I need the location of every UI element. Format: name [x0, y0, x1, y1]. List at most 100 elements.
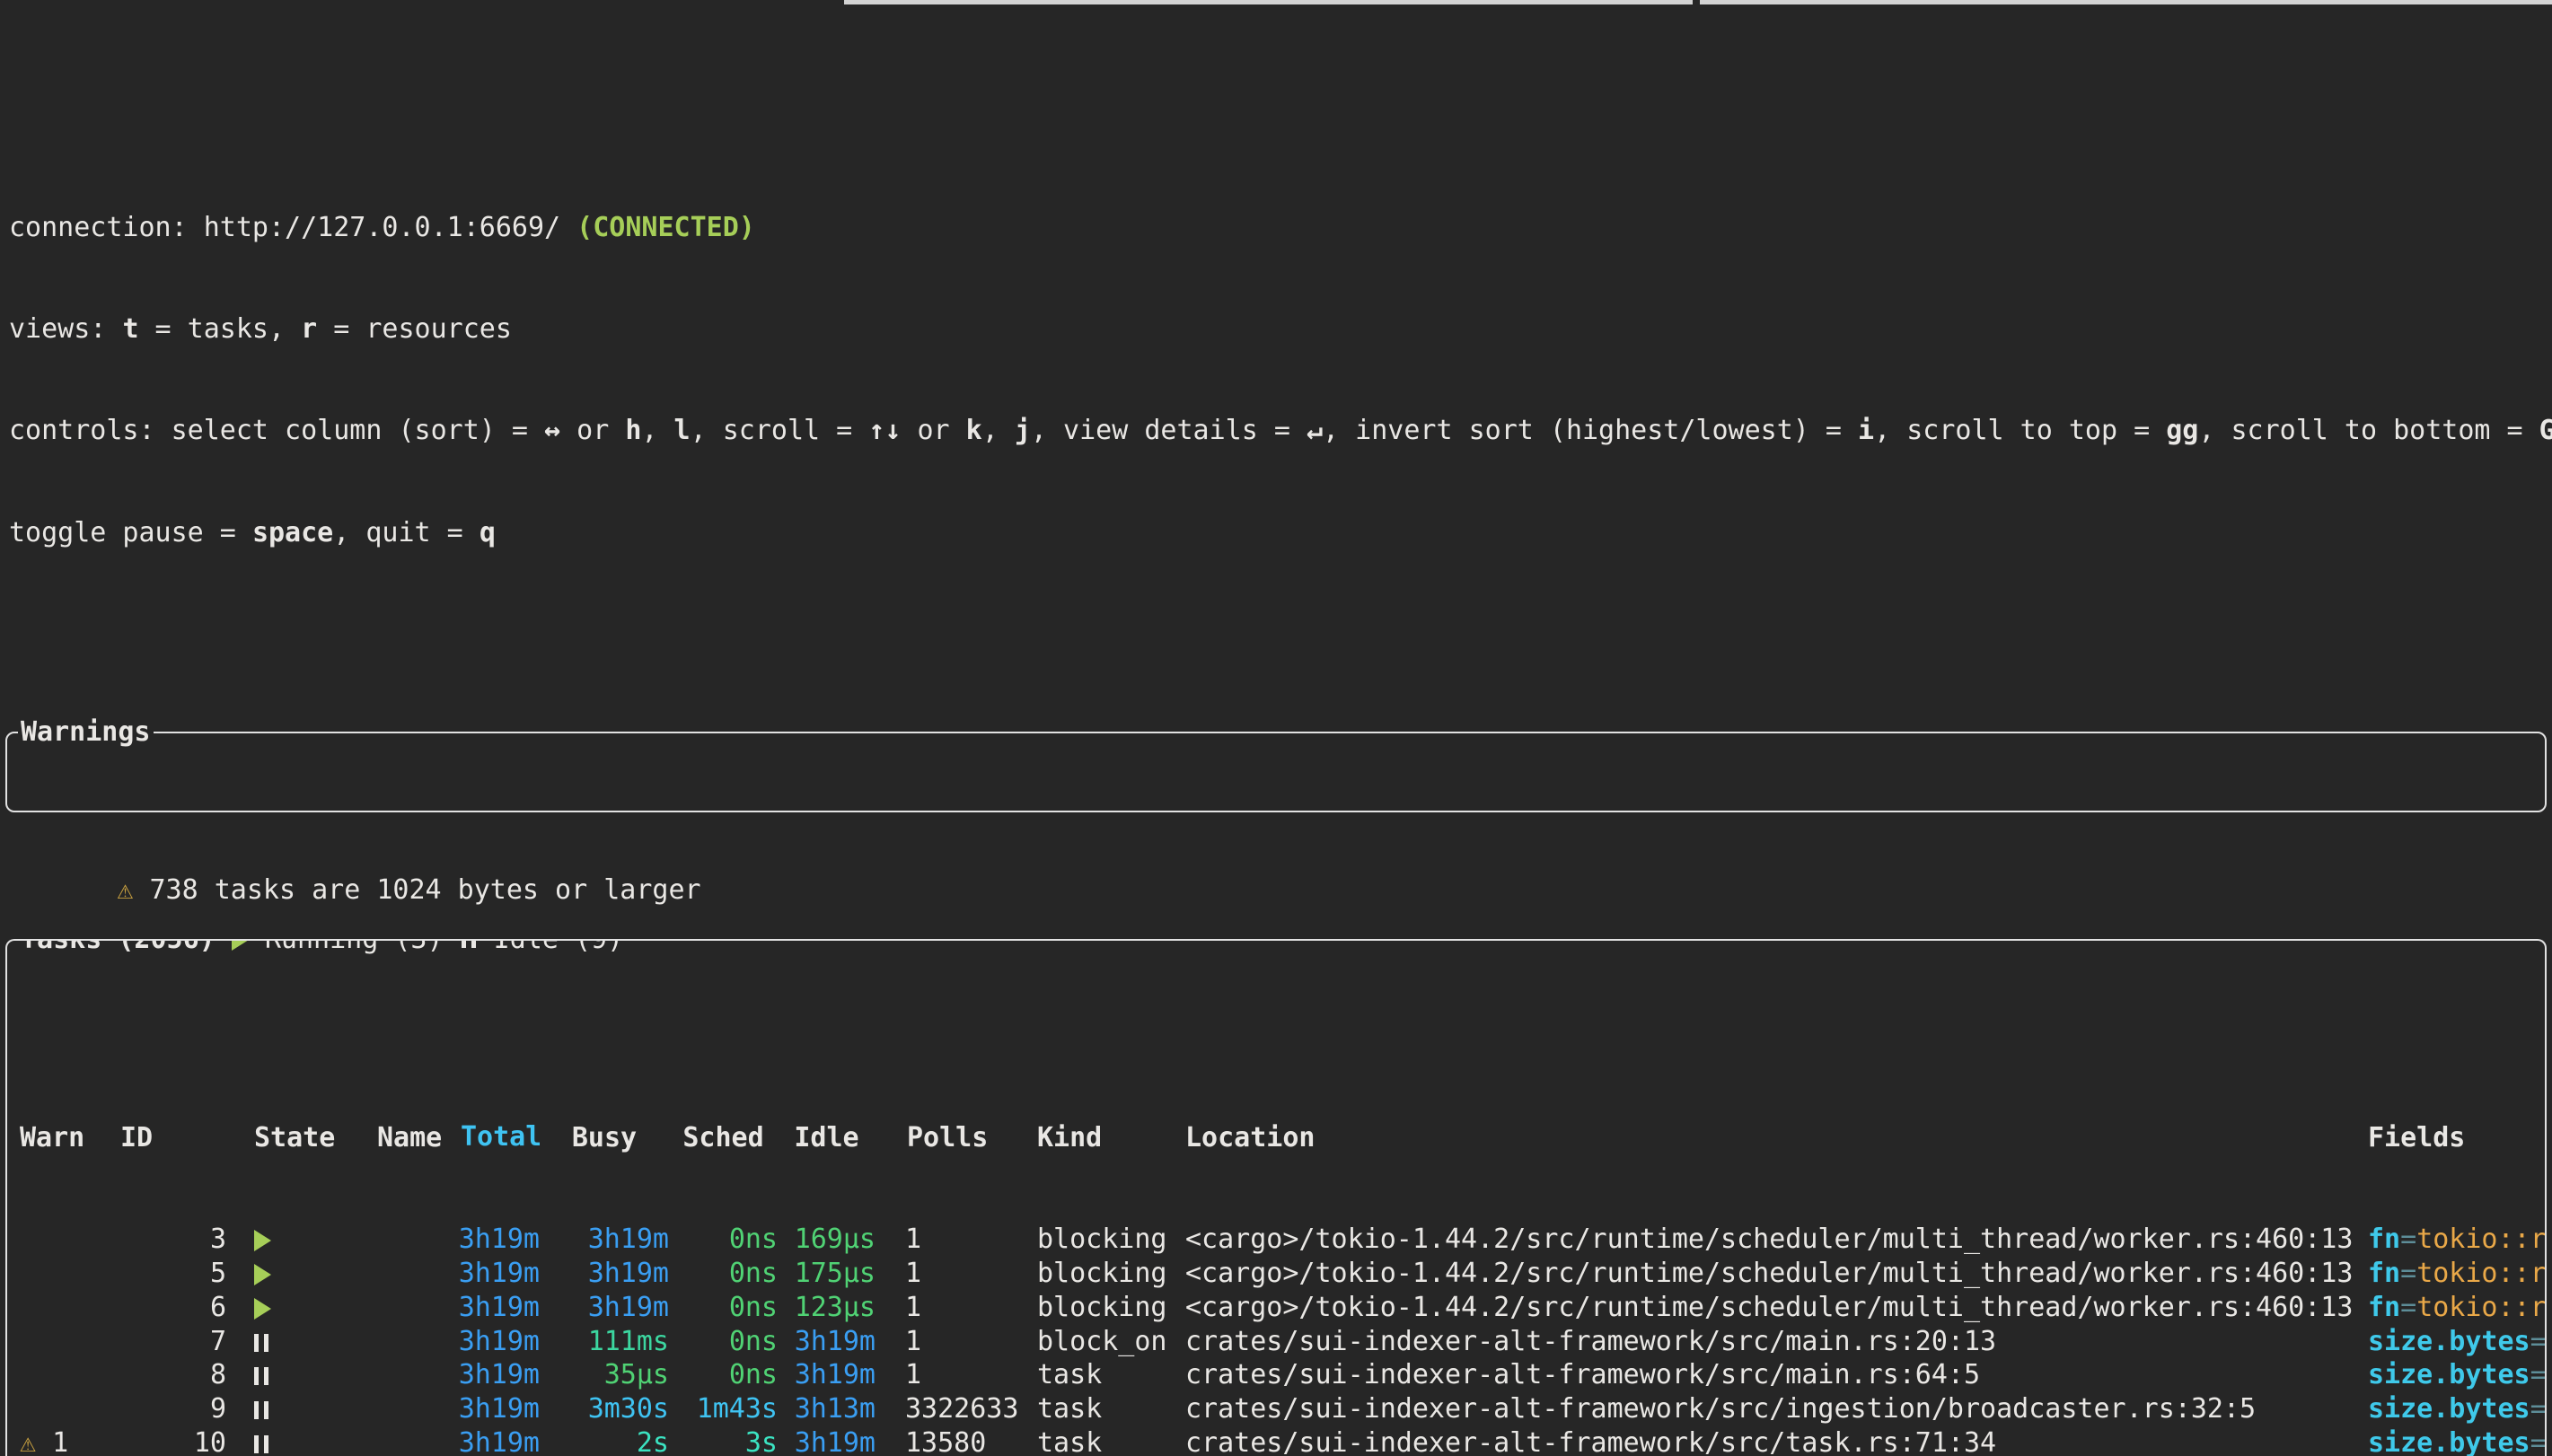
- duration-value: 3h19m: [459, 1326, 540, 1357]
- duration-value: 111ms: [588, 1326, 669, 1357]
- column-header-kind[interactable]: Kind: [1037, 1121, 1185, 1155]
- running-state-icon: [232, 939, 249, 951]
- cell-sched: 0ns: [669, 1223, 778, 1257]
- tasks-table: WarnIDStateNameTotal▿BusySchedIdlePollsK…: [11, 1054, 2545, 1456]
- cell-location: crates/sui-indexer-alt-framework/src/tas…: [1185, 1426, 2368, 1456]
- column-header-warn[interactable]: Warn: [11, 1121, 120, 1155]
- cell-polls: 13580: [876, 1426, 1037, 1456]
- cell-total: 3h19m: [453, 1291, 540, 1325]
- column-header-total[interactable]: Total▿: [453, 1120, 540, 1156]
- text-segment: ,: [982, 415, 1015, 446]
- task-row[interactable]: 93h19m3m30s1m43s3h13m3322633taskcrates/s…: [11, 1392, 2545, 1426]
- column-header-name[interactable]: Name: [377, 1121, 453, 1155]
- cell-fields: size.bytes=: [2368, 1325, 2545, 1359]
- text-segment: j: [1015, 415, 1031, 446]
- task-row[interactable]: 63h19m3h19m0ns123µs1blocking<cargo>/toki…: [11, 1291, 2545, 1325]
- tokio-console-screen: connection: http://127.0.0.1:6669/ (CONN…: [0, 0, 2552, 1456]
- cell-task-id: 6: [120, 1291, 226, 1325]
- text-segment: , view details =: [1031, 415, 1307, 446]
- column-header-state[interactable]: State: [226, 1121, 377, 1155]
- text-segment: or: [901, 415, 965, 446]
- controls-line: controls: select column (sort) = ↔ or h,…: [9, 414, 2552, 448]
- cell-polls: 1: [876, 1223, 1037, 1257]
- column-header-sched[interactable]: Sched: [669, 1121, 778, 1155]
- duration-value: 2s: [637, 1427, 669, 1456]
- duration-value: 3h13m: [795, 1393, 876, 1425]
- window-chrome-strip: [0, 0, 2552, 4]
- task-row[interactable]: 83h19m35µs0ns3h19m1taskcrates/sui-indexe…: [11, 1358, 2545, 1392]
- warning-icon: ⚠: [117, 874, 133, 906]
- duration-value: 3h19m: [459, 1292, 540, 1323]
- column-header-idle[interactable]: Idle: [778, 1121, 876, 1155]
- column-header-busy[interactable]: Busy: [540, 1121, 669, 1155]
- idle-state-icon: [254, 1367, 268, 1385]
- cell-busy: 35µs: [540, 1358, 669, 1392]
- cell-polls: 3322633: [876, 1392, 1037, 1426]
- text-segment: Running (3): [249, 939, 460, 957]
- duration-value: 1m43s: [697, 1393, 778, 1425]
- text-segment: q: [480, 517, 496, 548]
- text-segment: r: [301, 313, 317, 345]
- cell-sched: 0ns: [669, 1358, 778, 1392]
- text-segment: Idle (9): [478, 939, 624, 957]
- duration-value: 3h19m: [588, 1258, 669, 1289]
- column-header-fields[interactable]: Fields: [2368, 1121, 2545, 1155]
- text-segment: , scroll =: [691, 415, 869, 446]
- text-segment: controls: select column (sort) =: [9, 415, 544, 446]
- cell-polls: 1: [876, 1325, 1037, 1359]
- cell-fields: size.bytes=: [2368, 1392, 2545, 1426]
- tasks-panel-title: Tasks (2056) Running (3) Idle (9): [18, 939, 626, 957]
- cell-state: [226, 1325, 377, 1359]
- warning-text: 738 tasks are 1024 bytes or larger: [133, 874, 700, 906]
- cell-state: [226, 1426, 377, 1456]
- idle-state-icon: [254, 1401, 268, 1419]
- field-value: tokio::r: [2416, 1258, 2545, 1289]
- text-segment: space: [252, 517, 333, 548]
- toggle-pause-line: toggle pause = space, quit = q: [9, 516, 2552, 550]
- text-segment: ↵: [1307, 415, 1323, 446]
- duration-value: 3h19m: [795, 1326, 876, 1357]
- cell-sched: 0ns: [669, 1325, 778, 1359]
- text-segment: = resources: [317, 313, 512, 345]
- cell-task-id: 5: [120, 1257, 226, 1291]
- running-state-icon: [254, 1230, 271, 1251]
- cell-task-id: 3: [120, 1223, 226, 1257]
- task-row[interactable]: 53h19m3h19m0ns175µs1blocking<cargo>/toki…: [11, 1257, 2545, 1291]
- text-segment: , scroll to bottom =: [2198, 415, 2539, 446]
- task-row[interactable]: 33h19m3h19m0ns169µs1blocking<cargo>/toki…: [11, 1223, 2545, 1257]
- text-segment: toggle pause =: [9, 517, 252, 548]
- cell-state: [226, 1358, 377, 1392]
- cell-state: [226, 1257, 377, 1291]
- column-header-id[interactable]: ID: [120, 1121, 226, 1155]
- duration-value: 123µs: [795, 1292, 876, 1323]
- task-row[interactable]: 73h19m111ms0ns3h19m1block_oncrates/sui-i…: [11, 1325, 2545, 1359]
- text-segment: gg: [2166, 415, 2198, 446]
- cell-kind: task: [1037, 1358, 1185, 1392]
- field-equals: =: [2400, 1258, 2416, 1289]
- text-segment: (CONNECTED): [576, 212, 755, 243]
- cell-state: [226, 1392, 377, 1426]
- duration-value: 3h19m: [459, 1258, 540, 1289]
- cell-task-id: 8: [120, 1358, 226, 1392]
- duration-value: 0ns: [729, 1292, 778, 1323]
- field-name: size.bytes: [2368, 1359, 2530, 1390]
- duration-value: 3h19m: [459, 1427, 540, 1456]
- column-header-location[interactable]: Location: [1185, 1121, 2368, 1155]
- warning-icon: ⚠: [20, 1427, 36, 1456]
- text-segment: , scroll to top =: [1874, 415, 2166, 446]
- column-header-polls[interactable]: Polls: [876, 1121, 1037, 1155]
- text-segment: k: [966, 415, 982, 446]
- field-name: size.bytes: [2368, 1326, 2530, 1357]
- cell-busy: 2s: [540, 1426, 669, 1456]
- text-segment: or: [560, 415, 625, 446]
- cell-sched: 0ns: [669, 1291, 778, 1325]
- task-row[interactable]: ⚠ 1103h19m2s3s3h19m13580taskcrates/sui-i…: [11, 1426, 2545, 1456]
- cell-idle: 123µs: [778, 1291, 876, 1325]
- duration-value: 3h19m: [588, 1292, 669, 1323]
- field-name: size.bytes: [2368, 1393, 2530, 1425]
- field-value: tokio::r: [2416, 1224, 2545, 1255]
- cell-idle: 3h19m: [778, 1426, 876, 1456]
- cell-total: 3h19m: [453, 1325, 540, 1359]
- cell-state: [226, 1291, 377, 1325]
- cell-busy: 3m30s: [540, 1392, 669, 1426]
